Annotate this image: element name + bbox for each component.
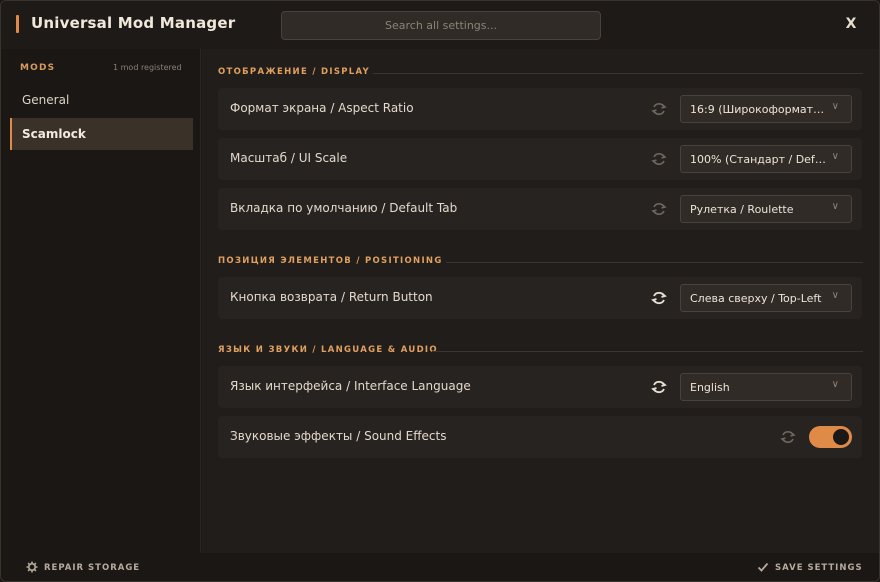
setting-row-return-button: Кнопка возврата / Return Button Слева св… [218,277,862,319]
return-button-select[interactable]: Слева сверху / Top-Left ∨ [680,284,852,312]
app-title: Universal Mod Manager [31,14,236,32]
select-value: Слева сверху / Top-Left [690,292,822,305]
aspect-ratio-select[interactable]: 16:9 (Широкоформатный / Widescreen) ∨ [680,95,852,123]
setting-row-sound-effects: Звуковые эффекты / Sound Effects [218,416,862,458]
mod-manager-window: Universal Mod Manager X MODS 1 mod regis… [0,0,880,582]
setting-label: Вкладка по умолчанию / Default Tab [230,201,458,215]
setting-label: Язык интерфейса / Interface Language [230,379,471,393]
footer: REPAIR STORAGE SAVE SETTINGS [1,553,879,581]
section-divider [432,351,863,352]
ui-scale-select[interactable]: 100% (Стандарт / Default) ∨ [680,145,852,173]
select-value: English [690,381,730,394]
refresh-icon[interactable] [779,428,797,446]
setting-row-aspect-ratio: Формат экрана / Aspect Ratio 16:9 (Широк… [218,88,862,130]
mods-count: 1 mod registered [113,63,182,72]
setting-label: Кнопка возврата / Return Button [230,290,433,304]
setting-row-interface-language: Язык интерфейса / Interface Language Eng… [218,366,862,408]
sidebar-heading: MODS [20,63,56,73]
section-divider [373,73,863,74]
sidebar-item-scamlock[interactable]: Scamlock [10,118,193,150]
setting-row-ui-scale: Масштаб / UI Scale 100% (Стандарт / Defa… [218,138,862,180]
section-title: ПОЗИЦИЯ ЭЛЕМЕНТОВ / POSITIONING [218,256,443,266]
section-divider [446,262,863,263]
default-tab-select[interactable]: Рулетка / Roulette ∨ [680,195,852,223]
refresh-icon[interactable] [650,378,668,396]
refresh-icon[interactable] [650,200,668,218]
chevron-down-icon: ∨ [831,151,839,162]
title-accent-bar [16,15,19,33]
chevron-down-icon: ∨ [831,101,839,112]
save-settings-label: SAVE SETTINGS [775,563,863,573]
check-icon [757,561,769,576]
setting-label: Звуковые эффекты / Sound Effects [230,429,447,443]
chevron-down-icon: ∨ [831,290,839,301]
setting-label: Масштаб / UI Scale [230,151,348,165]
section-title: ОТОБРАЖЕНИЕ / DISPLAY [218,67,371,77]
refresh-icon[interactable] [650,150,668,168]
select-value: 16:9 (Широкоформатный / Widescreen) [690,103,828,116]
sidebar: MODS 1 mod registered General Scamlock [1,49,201,553]
gear-icon [26,561,38,576]
sidebar-item-general[interactable]: General [10,84,193,116]
refresh-icon[interactable] [650,289,668,307]
search-input[interactable] [281,11,601,40]
close-button[interactable]: X [841,14,861,34]
setting-row-default-tab: Вкладка по умолчанию / Default Tab Рулет… [218,188,862,230]
toggle-knob [833,429,849,445]
repair-storage-label: REPAIR STORAGE [44,563,141,573]
repair-storage-button[interactable]: REPAIR STORAGE [26,560,140,576]
header: Universal Mod Manager X [1,1,879,49]
save-settings-button[interactable]: SAVE SETTINGS [757,560,863,576]
sound-effects-toggle[interactable] [809,426,852,448]
section-title: ЯЗЫК И ЗВУКИ / LANGUAGE & AUDIO [218,345,438,355]
select-value: 100% (Стандарт / Default) [690,153,828,166]
select-value: Рулетка / Roulette [690,203,794,216]
interface-language-select[interactable]: English ∨ [680,373,852,401]
setting-label: Формат экрана / Aspect Ratio [230,101,414,115]
refresh-icon[interactable] [650,100,668,118]
chevron-down-icon: ∨ [831,379,839,390]
settings-panel: ОТОБРАЖЕНИЕ / DISPLAY Формат экрана / As… [202,49,879,553]
chevron-down-icon: ∨ [831,201,839,212]
